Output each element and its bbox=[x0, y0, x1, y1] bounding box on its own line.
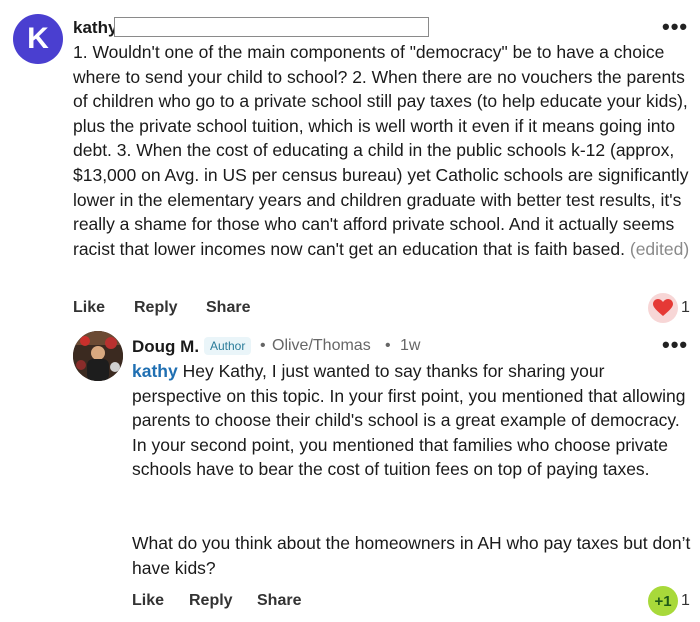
reply-location[interactable]: Olive/Thomas bbox=[272, 337, 371, 355]
profile-photo bbox=[73, 331, 123, 381]
reply-button[interactable]: Reply bbox=[134, 299, 178, 317]
avatar[interactable]: K bbox=[13, 14, 63, 64]
reaction-count: 1 bbox=[681, 299, 690, 316]
reply-text-paragraph-2: What do you think about the homeowners i… bbox=[132, 533, 691, 578]
reaction-count: 1 bbox=[681, 592, 690, 609]
reply-button[interactable]: Reply bbox=[189, 592, 233, 610]
like-button[interactable]: Like bbox=[132, 592, 164, 610]
mention-link[interactable]: kathy bbox=[132, 361, 178, 381]
comment-body: 1. Wouldn't one of the main components o… bbox=[73, 40, 698, 261]
avatar[interactable] bbox=[73, 331, 123, 381]
comment-author-name[interactable]: kathy bbox=[73, 18, 117, 38]
reply-author-name[interactable]: Doug M. bbox=[132, 337, 199, 357]
like-button[interactable]: Like bbox=[73, 299, 105, 317]
reply-text-paragraph-1: Hey Kathy, I just wanted to say thanks f… bbox=[132, 361, 686, 480]
reply-body: kathy Hey Kathy, I just wanted to say th… bbox=[132, 359, 692, 482]
meta-separator: • bbox=[260, 337, 266, 354]
plus-one-reaction[interactable]: +1 bbox=[648, 586, 678, 616]
share-button[interactable]: Share bbox=[206, 299, 250, 317]
plus-one-icon: +1 bbox=[654, 592, 672, 610]
more-options-icon[interactable]: ••• bbox=[662, 16, 688, 38]
name-edit-box bbox=[114, 17, 429, 37]
meta-separator: • bbox=[385, 337, 391, 354]
comment-text: 1. Wouldn't one of the main components o… bbox=[73, 42, 689, 259]
heart-icon bbox=[653, 299, 673, 316]
share-button[interactable]: Share bbox=[257, 592, 301, 610]
heart-reaction[interactable] bbox=[648, 293, 678, 323]
reply-timestamp: 1w bbox=[400, 337, 421, 354]
author-badge: Author bbox=[204, 337, 252, 355]
more-options-icon[interactable]: ••• bbox=[662, 334, 688, 356]
edited-label: (edited) bbox=[629, 238, 690, 259]
